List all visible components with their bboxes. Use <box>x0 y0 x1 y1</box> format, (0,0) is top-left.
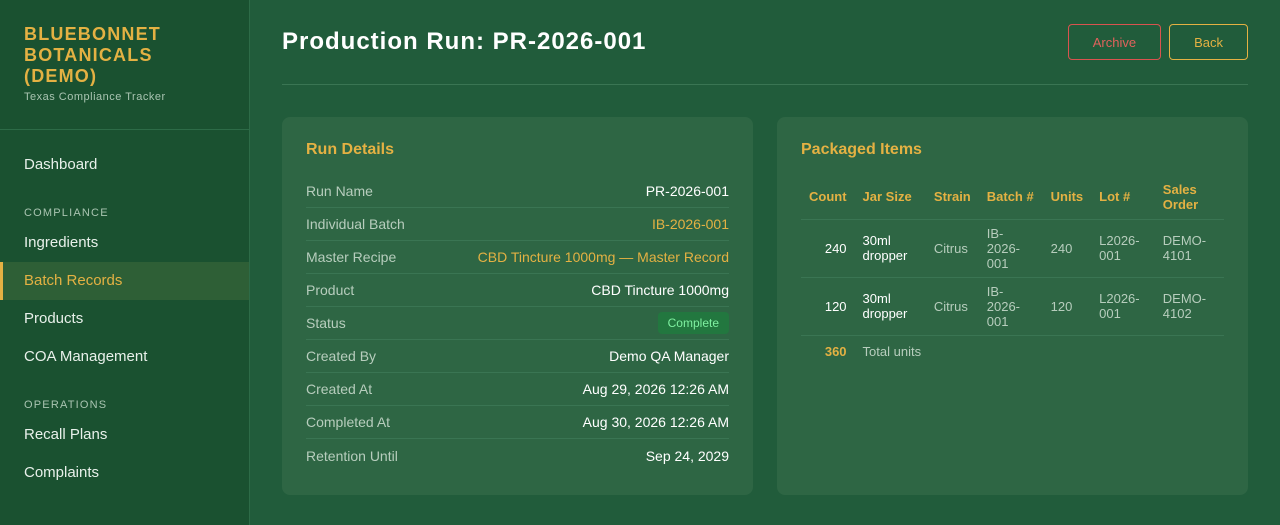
packaged-items-table: Count Jar Size Strain Batch # Units Lot … <box>801 175 1224 367</box>
detail-row-completed-at: Completed At Aug 30, 2026 12:26 AM <box>306 406 729 439</box>
nav-section-compliance: COMPLIANCE <box>24 207 109 219</box>
detail-value: Aug 29, 2026 12:26 AM <box>582 381 729 397</box>
cell-sales-order: DEMO-4101 <box>1154 219 1224 278</box>
main-content: Production Run: PR-2026-001 Archive Back… <box>282 0 1248 495</box>
cell-jar-size: 30ml dropper <box>854 219 926 278</box>
detail-label: Master Recipe <box>306 249 397 265</box>
cards: Run Details Run Name PR-2026-001 Individ… <box>282 117 1248 495</box>
total-row: 360 Total units <box>801 335 1224 367</box>
sidebar-item-batch-records[interactable]: Batch Records <box>0 262 249 300</box>
page-header: Production Run: PR-2026-001 Archive Back <box>282 0 1248 85</box>
table-header-row: Count Jar Size Strain Batch # Units Lot … <box>801 175 1224 220</box>
sidebar-item-dashboard[interactable]: Dashboard <box>0 146 249 184</box>
sidebar-nav: Dashboard COMPLIANCE Ingredients Batch R… <box>0 130 249 492</box>
brand-title-line: (DEMO) <box>24 66 98 86</box>
cell-units: 240 <box>1042 219 1092 278</box>
run-details-card: Run Details Run Name PR-2026-001 Individ… <box>282 117 753 495</box>
run-details-title: Run Details <box>306 141 395 158</box>
brand-title-line: BOTANICALS <box>24 45 153 65</box>
detail-row-created-by: Created By Demo QA Manager <box>306 340 729 373</box>
detail-value: Demo QA Manager <box>609 348 729 364</box>
detail-row-master-recipe: Master Recipe CBD Tincture 1000mg — Mast… <box>306 241 729 274</box>
detail-label: Completed At <box>306 414 391 430</box>
brand-title[interactable]: BLUEBONNET BOTANICALS (DEMO) <box>24 24 225 87</box>
detail-label: Status <box>306 315 346 331</box>
detail-value: PR-2026-001 <box>645 183 729 199</box>
detail-label: Created By <box>306 348 377 364</box>
page-title: Production Run: PR-2026-001 <box>282 28 647 55</box>
detail-row-status: Status Complete <box>306 307 729 340</box>
detail-label: Run Name <box>306 183 373 199</box>
column-header-count: Count <box>801 175 855 220</box>
detail-row-run-name: Run Name PR-2026-001 <box>306 175 729 208</box>
detail-label: Created At <box>306 381 373 397</box>
packaged-items-title: Packaged Items <box>801 141 922 158</box>
back-button[interactable]: Back <box>1169 24 1248 60</box>
cell-count: 120 <box>801 277 855 336</box>
sidebar-item-coa-management[interactable]: COA Management <box>0 338 249 376</box>
status-badge: Complete <box>657 312 729 334</box>
details-list: Run Name PR-2026-001 Individual Batch IB… <box>306 175 729 472</box>
sidebar-item-ingredients[interactable]: Ingredients <box>0 224 249 262</box>
sidebar: BLUEBONNET BOTANICALS (DEMO) Texas Compl… <box>0 0 250 525</box>
cell-strain: Citrus <box>925 277 979 336</box>
column-header-units: Units <box>1042 175 1092 220</box>
nav-section-operations: OPERATIONS <box>24 399 108 411</box>
total-count: 360 <box>824 343 847 359</box>
cell-sales-order: DEMO-4102 <box>1154 277 1224 336</box>
column-header-sales-order: Sales Order <box>1154 175 1224 220</box>
header-actions: Archive Back <box>1067 24 1248 60</box>
column-header-lot: Lot # <box>1091 175 1155 220</box>
cell-lot: L2026-001 <box>1091 219 1155 278</box>
cell-units: 120 <box>1042 277 1092 336</box>
cell-count: 240 <box>801 219 855 278</box>
detail-row-created-at: Created At Aug 29, 2026 12:26 AM <box>306 373 729 406</box>
column-header-strain: Strain <box>925 175 979 220</box>
detail-value: CBD Tincture 1000mg <box>591 282 729 298</box>
table-row: 120 30ml dropper Citrus IB-2026-001 120 … <box>801 277 1224 336</box>
detail-value: Aug 30, 2026 12:26 AM <box>582 414 729 430</box>
column-header-batch: Batch # <box>978 175 1043 220</box>
detail-row-individual-batch: Individual Batch IB-2026-001 <box>306 208 729 241</box>
cell-lot: L2026-001 <box>1091 277 1155 336</box>
cell-strain: Citrus <box>925 219 979 278</box>
total-label: Total units <box>862 343 922 359</box>
sidebar-item-recall-plans[interactable]: Recall Plans <box>0 416 249 454</box>
packaged-items-card: Packaged Items Count Jar Size Strain Bat… <box>777 117 1248 495</box>
brand-subtitle: Texas Compliance Tracker <box>24 91 166 103</box>
brand-title-line: BLUEBONNET <box>24 24 161 44</box>
sidebar-item-complaints[interactable]: Complaints <box>0 454 249 492</box>
brand: BLUEBONNET BOTANICALS (DEMO) Texas Compl… <box>0 0 249 130</box>
cell-jar-size: 30ml dropper <box>854 277 926 336</box>
detail-label: Individual Batch <box>306 216 405 232</box>
detail-value: Sep 24, 2029 <box>645 447 729 464</box>
detail-row-retention-until: Retention Until Sep 24, 2029 <box>306 439 729 472</box>
master-recipe-link[interactable]: CBD Tincture 1000mg — Master Record <box>478 249 729 265</box>
table-row: 240 30ml dropper Citrus IB-2026-001 240 … <box>801 219 1224 278</box>
sidebar-item-products[interactable]: Products <box>0 300 249 338</box>
archive-button[interactable]: Archive <box>1067 24 1162 60</box>
individual-batch-link[interactable]: IB-2026-001 <box>652 216 729 232</box>
detail-label: Retention Until <box>306 447 398 464</box>
detail-label: Product <box>306 282 355 298</box>
detail-row-product: Product CBD Tincture 1000mg <box>306 274 729 307</box>
cell-batch: IB-2026-001 <box>978 219 1043 278</box>
column-header-jar-size: Jar Size <box>854 175 926 220</box>
cell-batch: IB-2026-001 <box>978 277 1043 336</box>
